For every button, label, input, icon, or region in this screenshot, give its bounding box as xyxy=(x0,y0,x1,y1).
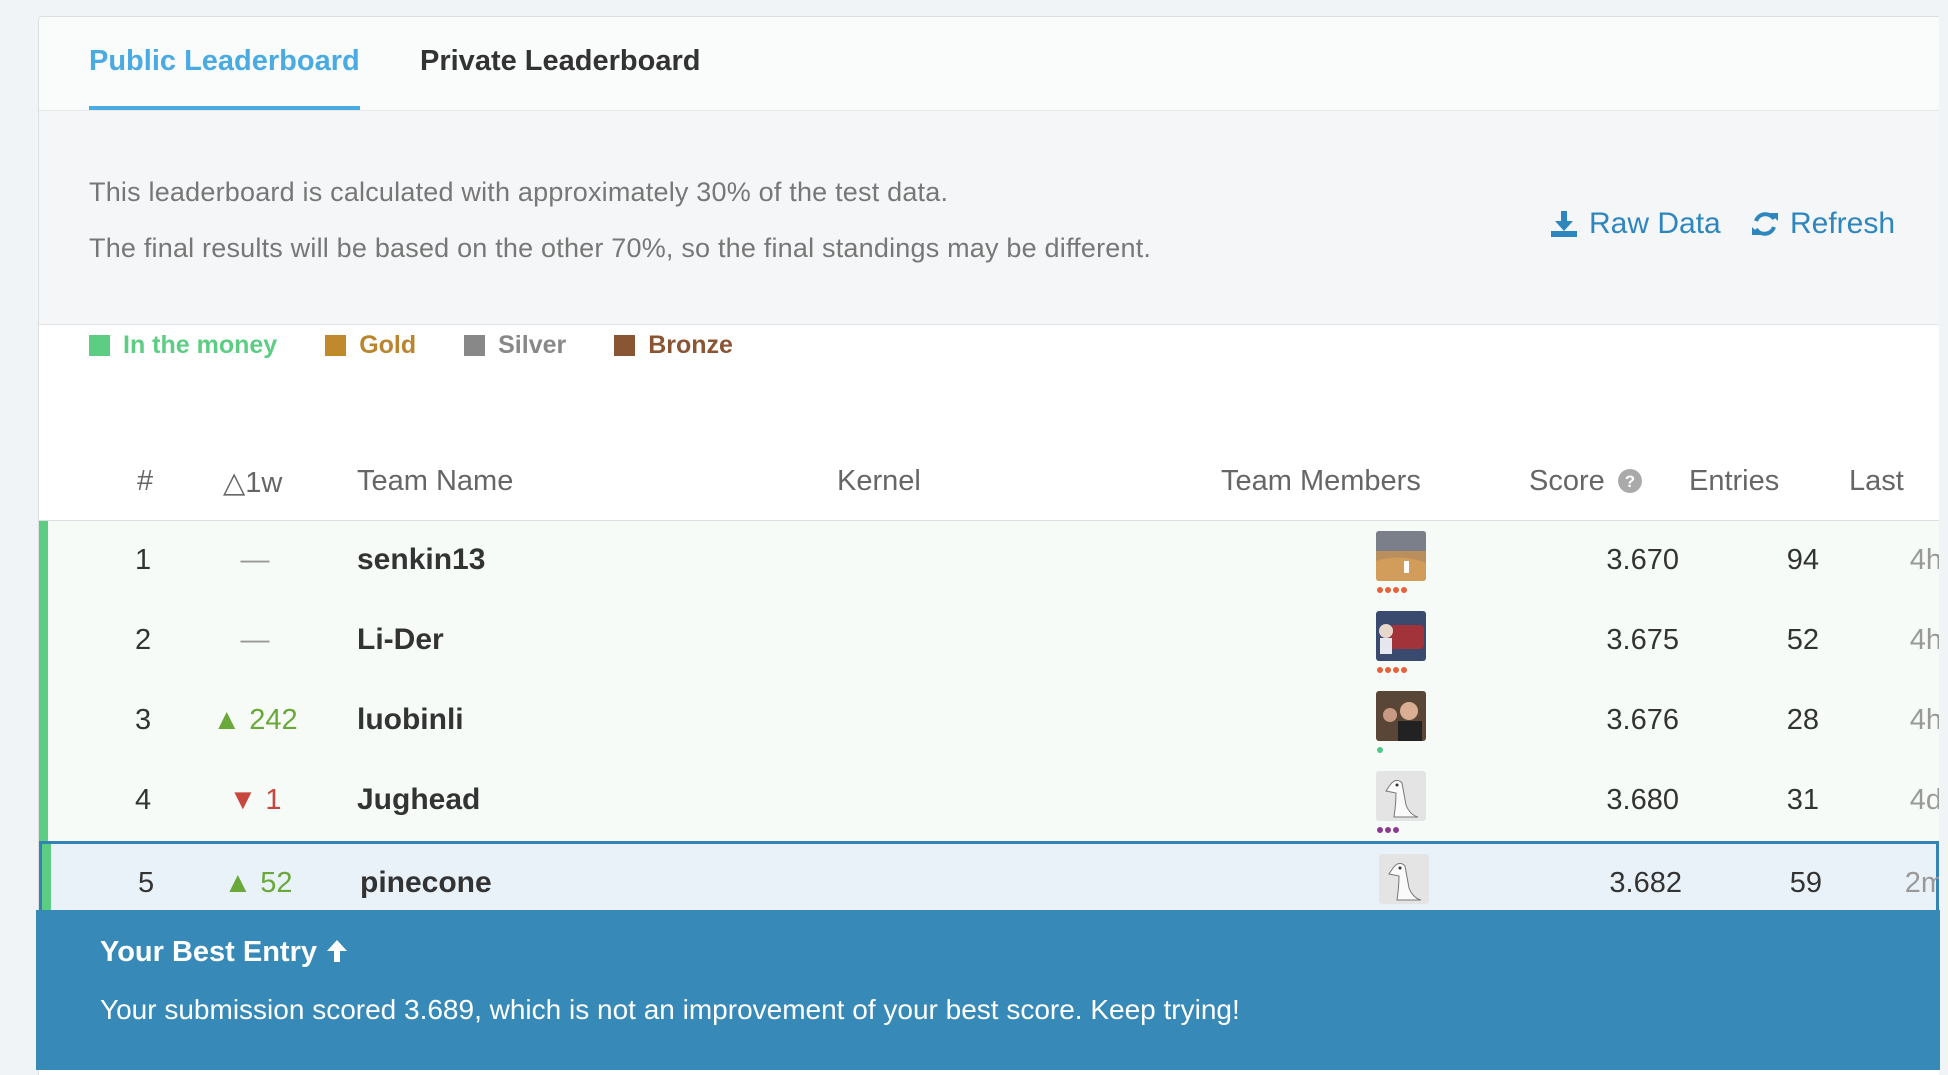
leaderboard-info: This leaderboard is calculated with appr… xyxy=(39,111,1939,325)
in-the-money-bar xyxy=(39,761,48,841)
rank-change: 52 xyxy=(260,867,293,899)
svg-text:?: ? xyxy=(1625,472,1635,491)
row-score: 3.676 xyxy=(1606,704,1679,736)
row-entries: 52 xyxy=(1786,624,1819,656)
table-row[interactable]: 4 ▼ 1 Jughead 3.680 31 4d xyxy=(39,761,1939,842)
legend-label: In the money xyxy=(123,331,278,359)
row-delta: ▲ 242 xyxy=(205,704,305,737)
header-team-name[interactable]: Team Name xyxy=(357,465,513,498)
row-rank: 2 xyxy=(135,624,152,656)
goose-avatar[interactable] xyxy=(1376,771,1426,821)
row-entries: 94 xyxy=(1786,544,1819,576)
row-last: 2m xyxy=(1904,867,1939,899)
person-avatar[interactable] xyxy=(1376,691,1426,741)
header-delta[interactable]: △1w xyxy=(223,465,282,500)
info-line-2: The final results will be based on the o… xyxy=(89,233,1152,263)
header-entries[interactable]: Entries xyxy=(1689,465,1779,498)
header-last[interactable]: Last xyxy=(1849,465,1904,498)
raw-data-button[interactable]: Raw Data xyxy=(1549,207,1721,241)
rank-up-icon: ▲ xyxy=(212,704,242,736)
download-icon xyxy=(1551,211,1577,237)
header-rank[interactable]: # xyxy=(137,465,153,498)
legend-silver: Silver xyxy=(464,331,566,360)
tab-bar: Public Leaderboard Private Leaderboard xyxy=(39,17,1939,111)
rank-down-icon: ▼ xyxy=(228,784,258,816)
row-last: 4d xyxy=(1909,784,1939,816)
best-entry-banner: Your Best Entry Your submission scored 3… xyxy=(36,910,1940,1070)
row-delta: — xyxy=(205,624,305,657)
legend-in-the-money: In the money xyxy=(89,331,277,360)
row-delta: ▼ 1 xyxy=(205,784,305,817)
tier-dots xyxy=(1377,747,1385,753)
info-line-1: This leaderboard is calculated with appr… xyxy=(89,177,949,207)
header-score[interactable]: Score ? xyxy=(1529,465,1643,498)
refresh-button[interactable]: Refresh xyxy=(1750,207,1895,241)
in-the-money-bar xyxy=(39,601,48,681)
header-kernel: Kernel xyxy=(837,465,921,497)
car-avatar[interactable] xyxy=(1376,611,1426,661)
legend-label: Silver xyxy=(498,331,567,359)
legend-gold: Gold xyxy=(325,331,416,360)
tier-dots xyxy=(1377,827,1401,833)
rank-up-icon: ▲ xyxy=(223,867,253,899)
help-icon[interactable]: ? xyxy=(1617,468,1643,494)
in-the-money-swatch xyxy=(89,335,110,356)
banner-title-text: Your Best Entry xyxy=(100,936,318,968)
banner-message: Your submission scored 3.689, which is n… xyxy=(100,994,1240,1025)
row-score: 3.682 xyxy=(1609,867,1682,899)
row-rank: 3 xyxy=(135,704,152,736)
row-score: 3.675 xyxy=(1606,624,1679,656)
rank-change: 242 xyxy=(249,704,298,736)
row-delta: — xyxy=(205,544,305,577)
in-the-money-bar xyxy=(39,681,48,761)
rank-change: — xyxy=(240,624,270,656)
table-header: # △1w Team Name Kernel Team Members Scor… xyxy=(39,447,1939,521)
row-last: 4h xyxy=(1909,704,1939,736)
rank-change: 1 xyxy=(265,784,282,816)
banner-title: Your Best Entry xyxy=(100,936,349,969)
tier-dots xyxy=(1377,667,1409,673)
row-delta: ▲ 52 xyxy=(208,867,308,900)
refresh-icon xyxy=(1752,212,1778,236)
header-team-members: Team Members xyxy=(1221,465,1421,497)
row-rank: 4 xyxy=(135,784,152,816)
bronze-swatch xyxy=(614,335,636,356)
desert-avatar[interactable] xyxy=(1376,531,1426,581)
refresh-label: Refresh xyxy=(1790,207,1896,240)
row-team-name[interactable]: Jughead xyxy=(357,783,480,817)
row-team-name[interactable]: senkin13 xyxy=(357,543,485,577)
table-row[interactable]: 2 — Li-Der 3.675 52 4h xyxy=(39,601,1939,682)
legend-label: Bronze xyxy=(648,331,733,359)
header-score-label: Score xyxy=(1529,465,1605,497)
row-rank: 1 xyxy=(135,544,152,576)
medal-legend: In the money Gold Silver Bronze xyxy=(89,331,781,360)
rank-change: — xyxy=(240,544,270,576)
silver-swatch xyxy=(464,335,486,356)
table-row[interactable]: 3 ▲ 242 luobinli 3.676 28 4h xyxy=(39,681,1939,762)
row-entries: 59 xyxy=(1789,867,1822,899)
row-team-name[interactable]: luobinli xyxy=(357,703,464,737)
row-entries: 28 xyxy=(1786,704,1819,736)
arrow-up-icon xyxy=(327,940,348,962)
goose-avatar[interactable] xyxy=(1379,854,1429,904)
gold-swatch xyxy=(325,335,347,356)
row-score: 3.670 xyxy=(1606,544,1679,576)
row-entries: 31 xyxy=(1786,784,1819,816)
row-team-name[interactable]: pinecone xyxy=(360,866,492,900)
row-last: 4h xyxy=(1909,624,1939,656)
row-rank: 5 xyxy=(138,867,155,899)
row-score: 3.680 xyxy=(1606,784,1679,816)
row-last: 4h xyxy=(1909,544,1939,576)
tab-public-leaderboard[interactable]: Public Leaderboard xyxy=(89,45,360,110)
in-the-money-bar xyxy=(39,521,48,601)
tier-dots xyxy=(1377,587,1409,593)
row-team-name[interactable]: Li-Der xyxy=(357,623,444,657)
raw-data-label: Raw Data xyxy=(1589,207,1721,240)
legend-label: Gold xyxy=(359,331,417,359)
legend-bronze: Bronze xyxy=(614,331,733,360)
tab-private-leaderboard[interactable]: Private Leaderboard xyxy=(420,45,700,110)
table-row[interactable]: 1 — senkin13 3.670 94 4h xyxy=(39,521,1939,602)
table-row[interactable]: 5 ▲ 52 pinecone 3.682 59 2m xyxy=(39,841,1939,921)
